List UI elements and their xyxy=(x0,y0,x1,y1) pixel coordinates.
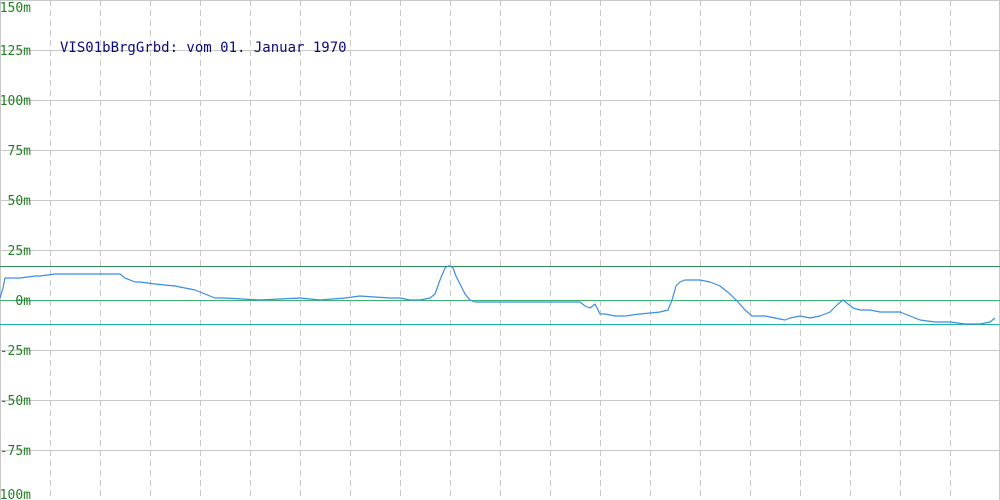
y-tick-label: -50m xyxy=(0,394,31,409)
y-tick-label: 150m xyxy=(0,1,31,16)
chart-title: VIS01bBrgGrbd: vom 01. Januar 1970 xyxy=(60,40,347,56)
y-tick-label: -75m xyxy=(0,444,31,459)
series-line xyxy=(0,265,996,325)
y-tick-label: 0m xyxy=(15,294,31,309)
y-tick-label: -25m xyxy=(0,344,31,359)
y-tick-label: 50m xyxy=(8,194,32,209)
line-chart: 150m 125m 100m 75m 50m 25m 0m -25m -50m -75m -100m… xyxy=(0,0,1000,500)
series-lines xyxy=(0,265,996,325)
y-tick-label: 100m xyxy=(0,94,31,109)
y-tick-label: 75m xyxy=(8,144,32,159)
y-tick-label: 125m xyxy=(0,44,31,59)
y-tick-label: -100m xyxy=(0,488,31,500)
y-tick-label: 25m xyxy=(8,244,32,259)
